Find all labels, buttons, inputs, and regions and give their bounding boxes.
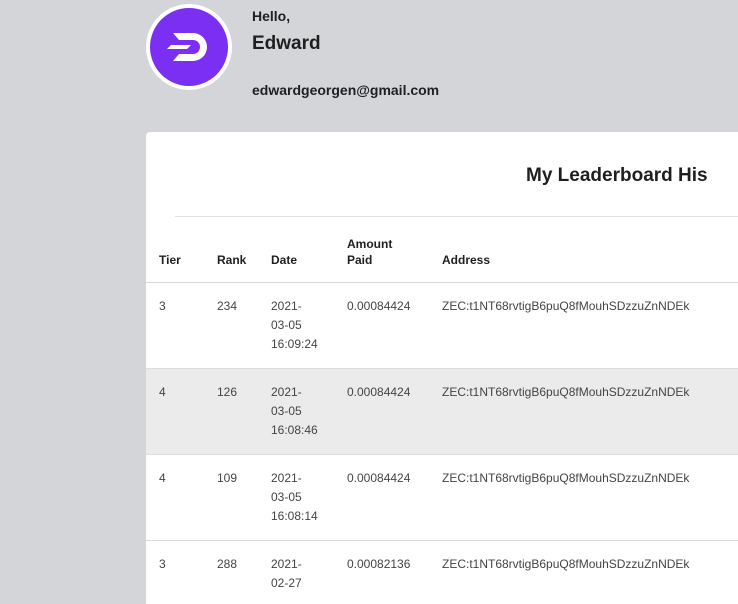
date-part: 2021- — [271, 471, 302, 485]
cell-amount-paid: 0.00082136 — [347, 540, 442, 604]
amount-header-line1: Amount — [347, 237, 393, 251]
brand-logo-icon — [167, 33, 207, 61]
column-header-address[interactable]: Address — [442, 218, 738, 283]
cell-tier: 3 — [146, 540, 217, 604]
column-header-date[interactable]: Date — [271, 218, 347, 283]
cell-address: ZEC:t1NT68rvtigB6puQ8fMouhSDzzuZnNDEk — [442, 454, 738, 541]
cell-amount-paid: 0.00084424 — [347, 368, 442, 455]
time-part: 16:08:46 — [271, 423, 318, 437]
date-part: 03-05 — [271, 404, 302, 418]
cell-date: 2021- 02-27 — [271, 540, 347, 604]
title-divider — [175, 216, 738, 217]
cell-tier: 4 — [146, 454, 217, 541]
cell-rank: 126 — [217, 368, 271, 455]
cell-address: ZEC:t1NT68rvtigB6puQ8fMouhSDzzuZnNDEk — [442, 282, 738, 369]
amount-header-line2: Paid — [347, 253, 373, 267]
column-header-amount-paid[interactable]: Amount Paid — [347, 218, 442, 283]
table-row: 4 109 2021- 03-05 16:08:14 0.00084424 ZE… — [146, 454, 738, 541]
cell-date: 2021- 03-05 16:09:24 — [271, 282, 347, 369]
cell-tier: 4 — [146, 368, 217, 455]
cell-amount-paid: 0.00084424 — [347, 282, 442, 369]
table-header-row: Tier Rank Date Amount Paid Address — [146, 218, 738, 283]
time-part: 16:08:14 — [271, 509, 318, 523]
date-part: 03-05 — [271, 490, 302, 504]
user-email: edwardgeorgen@gmail.com — [252, 82, 440, 98]
leaderboard-table: Tier Rank Date Amount Paid Address 3 234… — [146, 218, 738, 604]
date-part: 03-05 — [271, 318, 302, 332]
cell-date: 2021- 03-05 16:08:14 — [271, 454, 347, 541]
card-title: My Leaderboard His — [526, 165, 708, 186]
cell-rank: 234 — [217, 282, 271, 369]
cell-address: ZEC:t1NT68rvtigB6puQ8fMouhSDzzuZnNDEk — [442, 368, 738, 455]
column-header-tier[interactable]: Tier — [146, 218, 217, 283]
time-part: 16:09:24 — [271, 337, 318, 351]
greeting-text: Hello, — [252, 8, 291, 24]
date-part: 02-27 — [271, 576, 302, 590]
table-row: 4 126 2021- 03-05 16:08:46 0.00084424 ZE… — [146, 368, 738, 455]
table-row: 3 234 2021- 03-05 16:09:24 0.00084424 ZE… — [146, 282, 738, 369]
cell-amount-paid: 0.00084424 — [347, 454, 442, 541]
cell-rank: 288 — [217, 540, 271, 604]
cell-date: 2021- 03-05 16:08:46 — [271, 368, 347, 455]
leaderboard-history-card: My Leaderboard His Tier Rank Date Amount… — [146, 132, 738, 604]
cell-rank: 109 — [217, 454, 271, 541]
table-row: 3 288 2021- 02-27 0.00082136 ZEC:t1NT68r… — [146, 540, 738, 604]
cell-address: ZEC:t1NT68rvtigB6puQ8fMouhSDzzuZnNDEk — [442, 540, 738, 604]
page: Hello, Edward edwardgeorgen@gmail.com My… — [0, 0, 738, 604]
user-name: Edward — [252, 33, 321, 54]
cell-tier: 3 — [146, 282, 217, 369]
date-part: 2021- — [271, 385, 302, 399]
avatar-logo-circle — [150, 8, 228, 86]
avatar[interactable] — [146, 4, 232, 90]
date-part: 2021- — [271, 557, 302, 571]
date-part: 2021- — [271, 299, 302, 313]
column-header-rank[interactable]: Rank — [217, 218, 271, 283]
